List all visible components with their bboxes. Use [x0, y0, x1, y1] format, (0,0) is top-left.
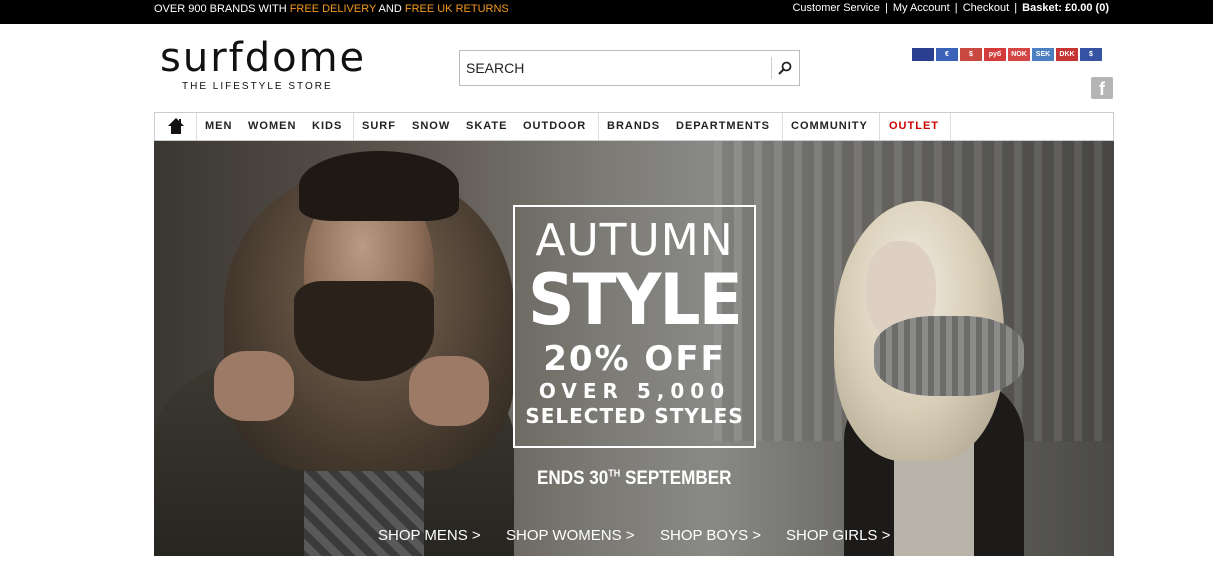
nav-item-skate[interactable]: SKATE [466, 120, 507, 132]
site-logo[interactable]: surfdome THE LIFESTYLE STORE [160, 36, 370, 92]
nav-divider [782, 113, 783, 140]
currency-flag-sek[interactable]: SEK [1032, 48, 1054, 61]
main-nav: MEN WOMEN KIDS SURF SNOW SKATE OUTDOOR B… [154, 112, 1114, 141]
hero-banner[interactable]: AUTUMN STYLE 20% OFF OVER 5,000 SELECTED… [154, 141, 1114, 556]
promo-line-style: STYLE [528, 259, 743, 341]
separator: | [954, 2, 958, 14]
currency-flag-gbp[interactable] [912, 48, 934, 61]
separator: | [1014, 2, 1018, 14]
nav-divider [598, 113, 599, 140]
hero-image-man [214, 351, 294, 421]
ends-suffix: SEPTEMBER [620, 468, 732, 489]
ends-prefix: ENDS 30 [537, 468, 609, 489]
promo-box: AUTUMN STYLE 20% OFF OVER 5,000 SELECTED… [513, 205, 756, 448]
nav-item-snow[interactable]: SNOW [412, 120, 450, 132]
nav-item-outlet[interactable]: OUTLET [889, 120, 939, 132]
nav-item-brands[interactable]: BRANDS [607, 120, 660, 132]
basket-link[interactable]: Basket: £0.00 (0) [1022, 2, 1109, 14]
free-returns-link[interactable]: FREE UK RETURNS [405, 3, 509, 15]
search-button[interactable] [771, 57, 795, 79]
currency-flag-usd[interactable]: $ [960, 48, 982, 61]
nav-divider [353, 113, 354, 140]
currency-flag-nok[interactable]: NOK [1008, 48, 1030, 61]
delivery-promo: OVER 900 BRANDS WITH FREE DELIVERY AND F… [154, 2, 509, 16]
nav-item-outdoor[interactable]: OUTDOOR [523, 120, 586, 132]
home-icon [168, 118, 184, 134]
promo-line-selected: SELECTED STYLES [525, 404, 744, 428]
nav-home[interactable] [155, 113, 197, 140]
nav-item-women[interactable]: WOMEN [248, 120, 296, 132]
promo-line-over: OVER 5,000 [538, 379, 731, 403]
search-icon [778, 61, 792, 75]
hero-image-woman [874, 316, 1024, 396]
promo-line-autumn: AUTUMN [535, 215, 734, 266]
shop-womens-link[interactable]: SHOP WOMENS > [506, 527, 635, 544]
ends-sup: TH [608, 468, 621, 480]
facebook-icon[interactable]: f [1091, 77, 1113, 99]
top-bar: OVER 900 BRANDS WITH FREE DELIVERY AND F… [0, 0, 1213, 24]
currency-flag-dkk[interactable]: DKK [1056, 48, 1078, 61]
currency-flag-aud[interactable]: $ [1080, 48, 1102, 61]
free-delivery-link[interactable]: FREE DELIVERY [290, 3, 376, 15]
search-input[interactable] [466, 59, 766, 77]
separator: | [884, 2, 888, 14]
currency-flag-rub[interactable]: руб [984, 48, 1006, 61]
nav-item-community[interactable]: COMMUNITY [791, 120, 868, 132]
my-account-link[interactable]: My Account [893, 2, 950, 14]
shop-mens-link[interactable]: SHOP MENS > [378, 527, 481, 544]
currency-flag-eur[interactable]: € [936, 48, 958, 61]
nav-divider [879, 113, 880, 140]
nav-item-surf[interactable]: SURF [362, 120, 396, 132]
nav-item-men[interactable]: MEN [205, 120, 232, 132]
shop-boys-link[interactable]: SHOP BOYS > [660, 527, 761, 544]
promo-prefix: OVER 900 BRANDS WITH [154, 3, 290, 15]
hero-image-man [294, 281, 434, 381]
search-box [459, 50, 800, 86]
promo-line-discount: 20% OFF [543, 339, 726, 379]
nav-item-departments[interactable]: DEPARTMENTS [676, 120, 770, 132]
checkout-link[interactable]: Checkout [963, 2, 1009, 14]
hero-image-man [409, 356, 489, 426]
shop-girls-link[interactable]: SHOP GIRLS > [786, 527, 890, 544]
nav-divider [950, 113, 951, 140]
customer-service-link[interactable]: Customer Service [792, 2, 879, 14]
promo-end-date: ENDS 30TH SEPTEMBER [537, 468, 731, 490]
nav-item-kids[interactable]: KIDS [312, 120, 342, 132]
currency-selector: € $ руб NOK SEK DKK $ [912, 48, 1104, 62]
account-links: Customer Service | My Account | Checkout… [792, 1, 1109, 15]
logo-wordmark: surfdome [160, 35, 367, 81]
logo-tagline: THE LIFESTYLE STORE [182, 81, 333, 92]
promo-and: AND [376, 3, 405, 15]
hero-image-man [299, 151, 459, 221]
